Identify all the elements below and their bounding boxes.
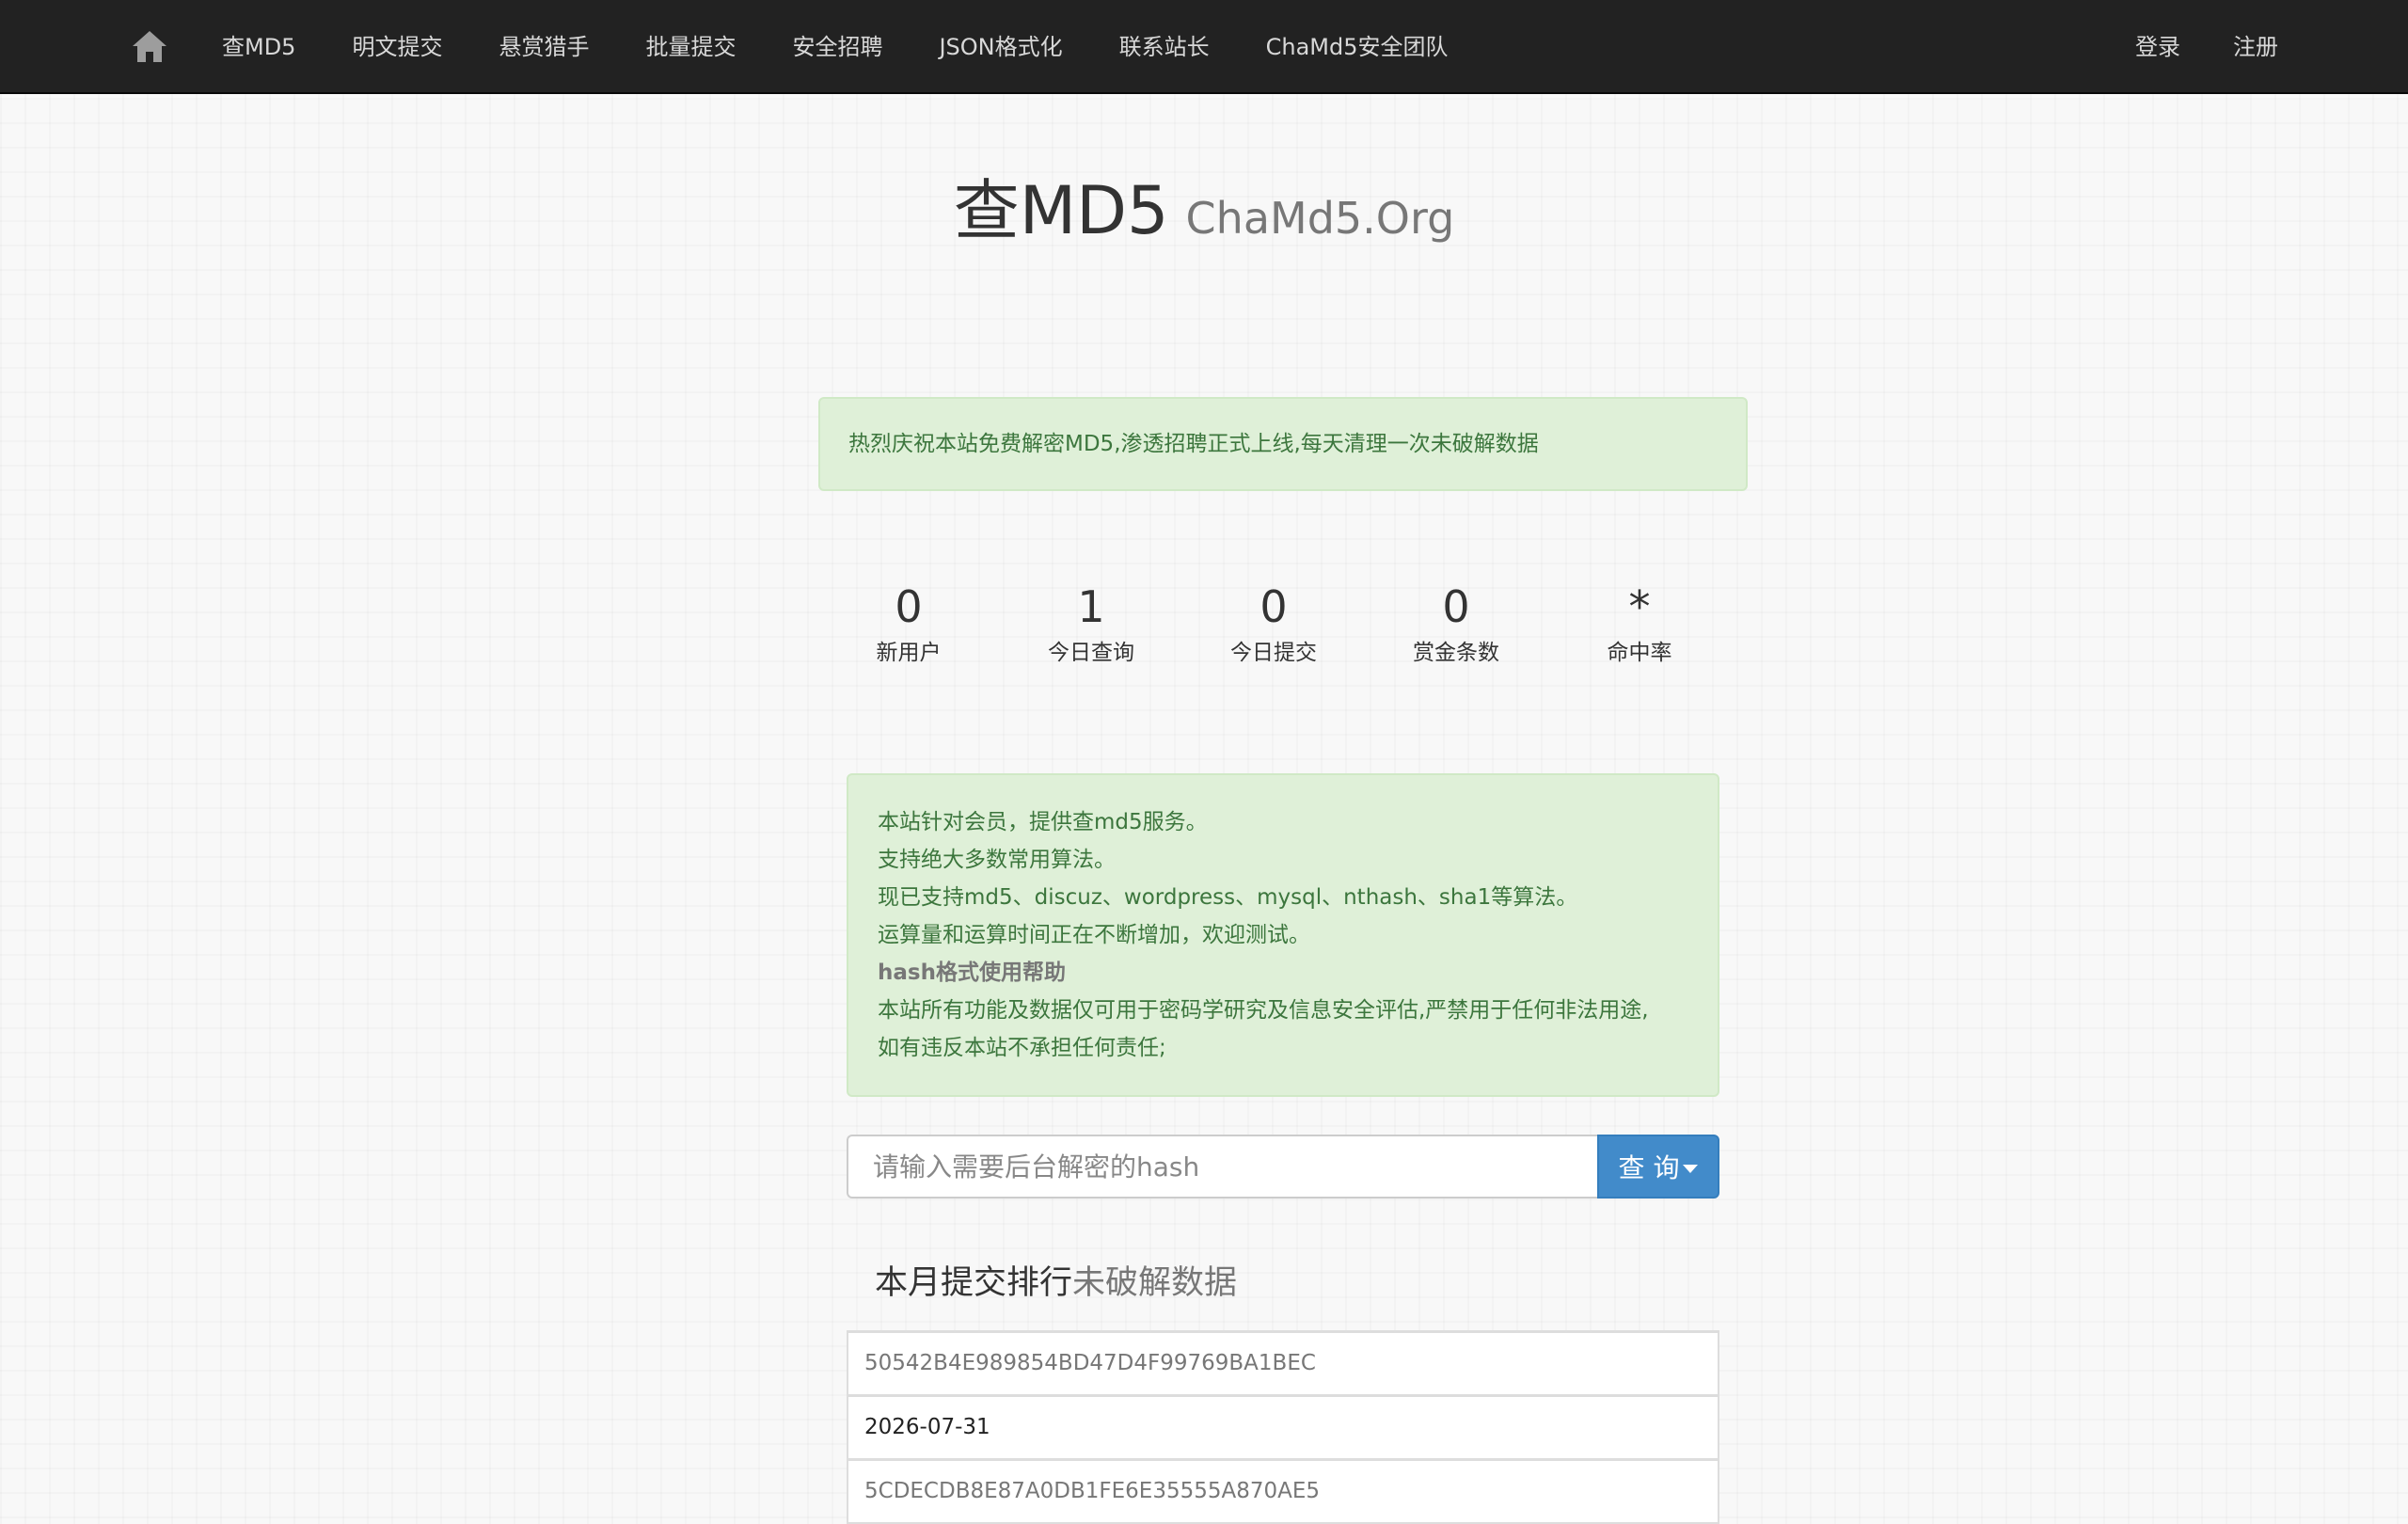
site-subtitle: ChaMd5.Org: [1185, 193, 1455, 244]
stat-value: 1: [1077, 581, 1105, 632]
nav-link-contact-admin[interactable]: 联系站长: [1091, 0, 1238, 94]
nav-link-bounty-hunter[interactable]: 悬赏猎手: [470, 0, 617, 94]
nav-link-plaintext-submit[interactable]: 明文提交: [324, 0, 470, 94]
query-button-label: 查 询: [1618, 1152, 1680, 1183]
nav-link-json-format[interactable]: JSON格式化: [911, 0, 1090, 94]
stat-hit-rate: * 命中率: [1560, 574, 1719, 672]
nav-link-batch-submit[interactable]: 批量提交: [617, 0, 764, 94]
nav-link-security-jobs[interactable]: 安全招聘: [764, 0, 911, 94]
stat-bounty-count: 0 赏金条数: [1376, 574, 1536, 672]
stat-label: 今日查询: [1048, 641, 1134, 665]
hash-format-help-link[interactable]: hash格式使用帮助: [878, 954, 1688, 992]
site-title: 查MD5: [953, 172, 1169, 249]
caret-down-icon: [1683, 1164, 1699, 1173]
stat-label: 今日提交: [1230, 641, 1317, 665]
stat-label: 赏金条数: [1413, 641, 1499, 665]
stat-value: 0: [1259, 581, 1288, 632]
register-link[interactable]: 注册: [2207, 0, 2305, 94]
top-navbar: 查MD5 明文提交 悬赏猎手 批量提交 安全招聘 JSON格式化 联系站长 Ch…: [0, 0, 2408, 94]
nav-link-security-team[interactable]: ChaMd5安全团队: [1238, 0, 1477, 94]
hash-search-input[interactable]: [847, 1135, 1597, 1199]
uncracked-data-link[interactable]: 未破解数据: [1072, 1264, 1237, 1302]
stat-today-submits: 0 今日提交: [1194, 574, 1354, 672]
disclaimer-line: 如有违反本站不承担任何责任;: [878, 1036, 1166, 1060]
ranking-list: 50542B4E989854BD47D4F99769BA1BEC 2026-07…: [847, 1330, 1719, 1524]
stat-value: 0: [895, 581, 923, 632]
ranking-title: 本月提交排行: [875, 1264, 1073, 1302]
hash-search-group: 查 询: [847, 1135, 1719, 1199]
home-icon[interactable]: [132, 28, 167, 64]
stat-label: 命中率: [1607, 641, 1672, 665]
nav-menu: 查MD5 明文提交 悬赏猎手 批量提交 安全招聘 JSON格式化 联系站长 Ch…: [194, 0, 1477, 94]
list-item: 2026-07-31: [847, 1394, 1719, 1460]
disclaimer-line: 本站所有功能及数据仅可用于密码学研究及信息安全评估,严禁用于任何非法用途,: [878, 998, 1649, 1023]
info-line: 运算量和运算时间正在不断增加，欢迎测试。: [878, 923, 1310, 947]
stat-new-users: 0 新用户: [829, 574, 989, 672]
stat-value: 0: [1442, 581, 1470, 632]
list-item[interactable]: 5CDECDB8E87A0DB1FE6E35555A870AE5: [847, 1458, 1719, 1524]
list-item[interactable]: 50542B4E989854BD47D4F99769BA1BEC: [847, 1330, 1719, 1396]
info-alert: 本站针对会员，提供查md5服务。 支持绝大多数常用算法。 现已支持md5、dis…: [847, 773, 1719, 1097]
ranking-heading: 本月提交排行未破解数据: [875, 1257, 1237, 1310]
login-link[interactable]: 登录: [2109, 0, 2207, 94]
announcement-alert: 热烈庆祝本站免费解密MD5,渗透招聘正式上线,每天清理一次未破解数据: [818, 397, 1748, 491]
nav-link-chamd5[interactable]: 查MD5: [194, 0, 324, 94]
page-title: 查MD5 ChaMd5.Org: [0, 158, 2408, 253]
info-line: 支持绝大多数常用算法。: [878, 848, 1116, 872]
stat-label: 新用户: [876, 641, 942, 665]
stat-value: *: [1628, 581, 1651, 632]
info-line: 现已支持md5、discuz、wordpress、mysql、nthash、sh…: [878, 885, 1578, 910]
nav-account: 登录 注册: [2109, 0, 2305, 94]
query-button[interactable]: 查 询: [1597, 1135, 1719, 1199]
info-line: 本站针对会员，提供查md5服务。: [878, 810, 1208, 834]
stat-today-queries: 1 今日查询: [1011, 574, 1171, 672]
